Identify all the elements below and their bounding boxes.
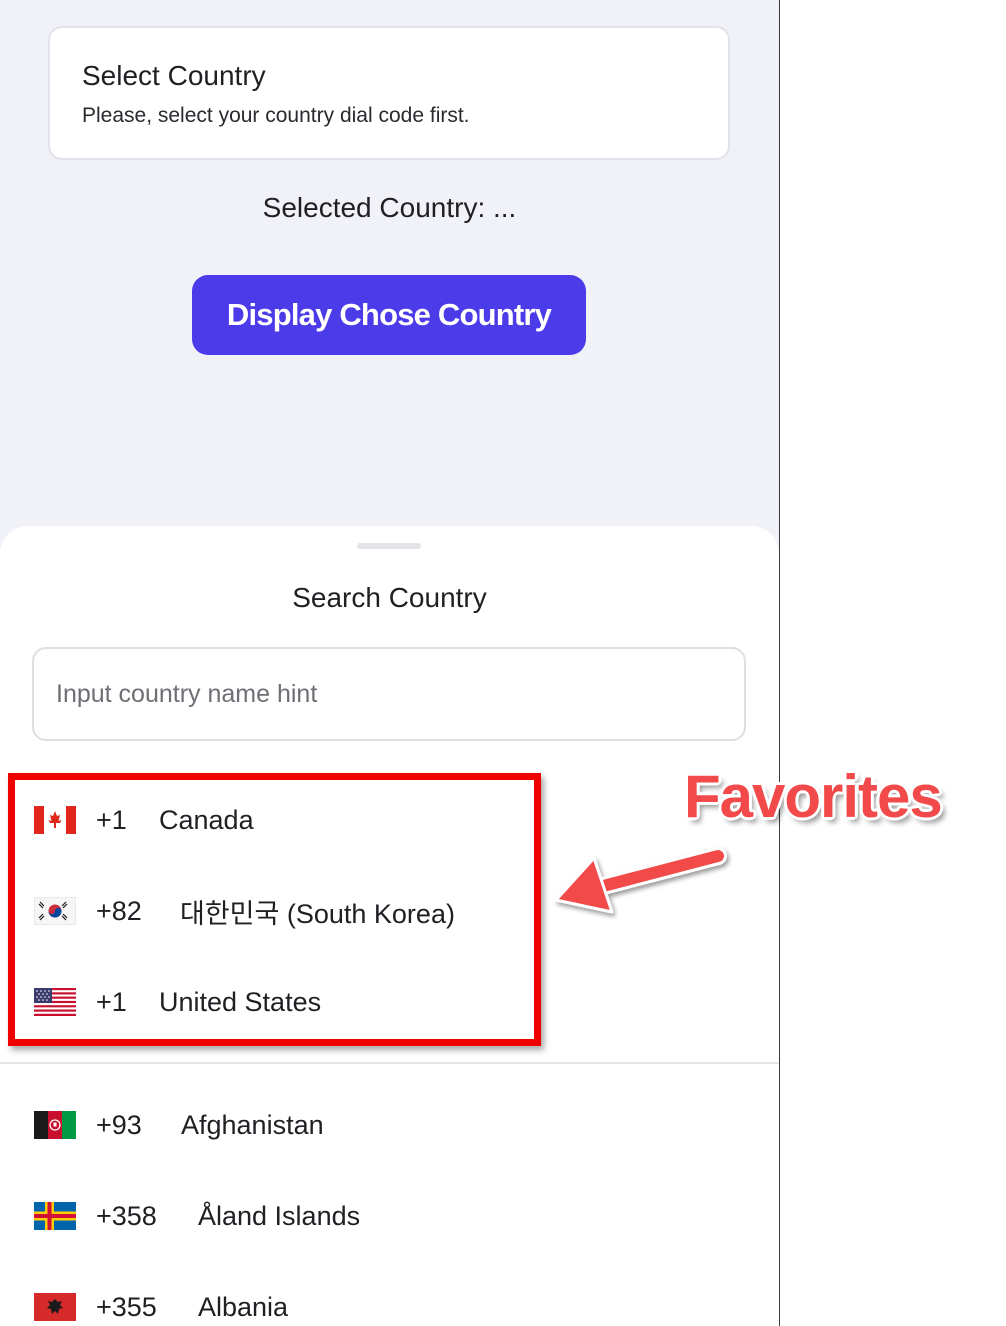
- selected-country-label: Selected Country: ...: [262, 192, 517, 223]
- country-name: Albania: [198, 1291, 289, 1322]
- favorites-annotation-label: Favorites: [684, 763, 943, 830]
- country-row[interactable]: +358 Åland Islands: [0, 1176, 779, 1256]
- united-states-flag-icon: [34, 988, 76, 1016]
- favorite-country-row[interactable]: +1 United States: [0, 962, 779, 1042]
- aland-islands-flag-icon: [34, 1202, 76, 1230]
- dial-code: +93: [96, 1109, 142, 1140]
- country-picker-sheet: Search Country +1 Canada: [0, 526, 779, 1326]
- albania-flag-icon: [34, 1293, 76, 1321]
- select-country-card: Select Country Please, select your count…: [48, 26, 730, 160]
- dial-code: +355: [96, 1291, 157, 1322]
- country-row[interactable]: +355 Albania: [0, 1267, 779, 1326]
- country-search-input[interactable]: [32, 647, 746, 741]
- country-name: Åland Islands: [198, 1200, 361, 1231]
- sheet-drag-handle[interactable]: [357, 543, 421, 549]
- dial-code: +1: [96, 986, 127, 1017]
- annotation-arrow-icon: [554, 847, 727, 914]
- favorites-divider: [0, 1062, 779, 1064]
- sheet-title: Search Country: [292, 582, 487, 613]
- dial-code: +358: [96, 1200, 157, 1231]
- dial-code: +1: [96, 804, 127, 835]
- country-name: Canada: [159, 804, 254, 835]
- card-subtitle: Please, select your country dial code fi…: [82, 104, 470, 127]
- country-name: Afghanistan: [181, 1109, 324, 1140]
- country-name: 대한민국 (South Korea): [180, 898, 455, 929]
- app-screen: Select Country Please, select your count…: [0, 0, 779, 1326]
- canada-flag-icon: [34, 806, 76, 834]
- display-chosen-country-button[interactable]: Display Chose Country: [192, 275, 586, 355]
- display-button-label: Display Chose Country: [226, 297, 552, 332]
- south-korea-flag-icon: [34, 897, 76, 925]
- afghanistan-flag-icon: [34, 1111, 76, 1139]
- country-row[interactable]: +93 Afghanistan: [0, 1085, 779, 1165]
- card-title: Select Country: [82, 60, 266, 91]
- dial-code: +82: [96, 895, 142, 926]
- screen-edge-divider: [779, 0, 780, 1326]
- country-name: United States: [159, 986, 322, 1017]
